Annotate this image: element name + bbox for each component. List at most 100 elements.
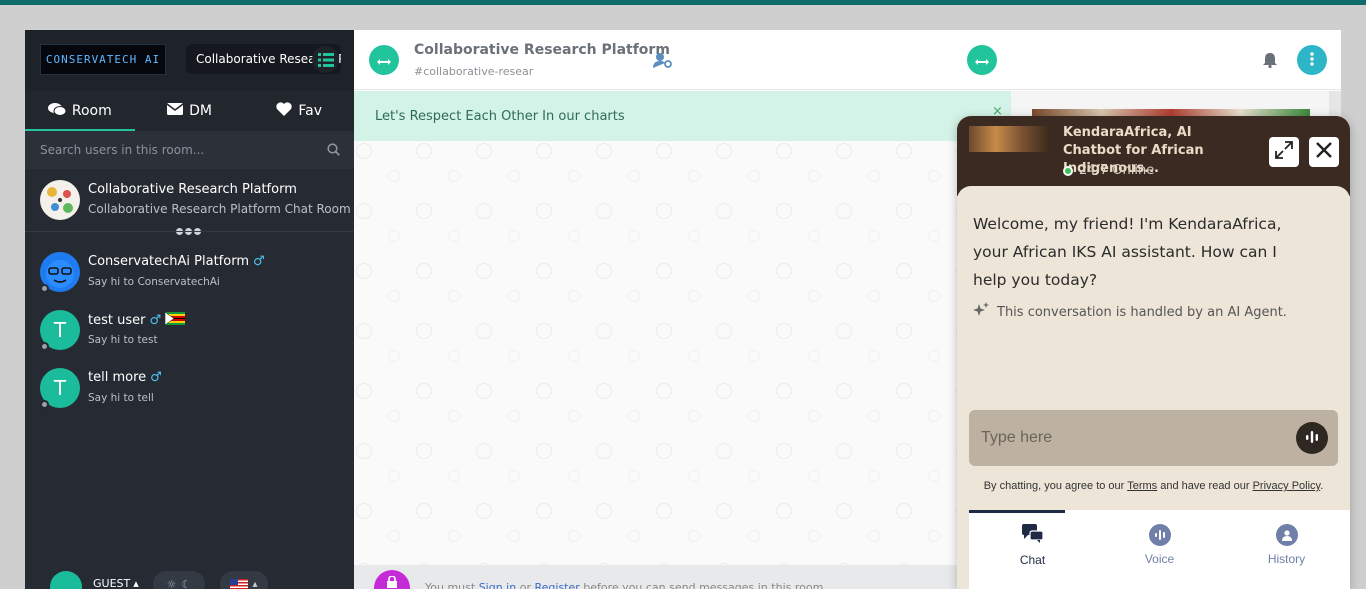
chatbot-status-text: 24/7 Online [1079,163,1155,178]
voice-input-button[interactable] [1296,422,1328,454]
close-icon [1316,142,1332,162]
arrows-horizontal-icon [975,51,989,70]
chatbot-status: 24/7 Online [1063,163,1154,178]
tab-room-label: Room [71,103,112,119]
room-avatar [40,180,80,220]
brand-bar: CONSERVATECH AI Collaborative Research P… [25,30,354,91]
nav-chat[interactable]: Chat [969,510,1096,589]
terms-notice: By chatting, you agree to our Terms and … [957,480,1350,492]
toggle-panel-button[interactable] [967,45,997,75]
search-icon[interactable] [327,143,340,159]
user-role-menu[interactable]: GUEST ▴ [93,577,139,589]
vertical-dots-icon [1310,51,1314,70]
search-placeholder: Search users in this room... [40,143,205,157]
us-flag-icon [230,578,249,589]
register-link[interactable]: Register [534,581,579,589]
chat-bubbles-icon [47,102,67,121]
user-status: Say hi to test [88,334,158,346]
privacy-policy-link[interactable]: Privacy Policy [1253,480,1321,492]
notice-text: Let's Respect Each Other In our charts [375,109,625,124]
lock-icon [374,570,410,589]
terms-text-3: . [1320,480,1324,492]
presence-dot [40,400,49,409]
male-icon: ♂ [253,254,265,269]
divider [25,231,354,232]
tab-room[interactable]: Room [25,91,135,131]
tab-dm-label: DM [189,103,212,119]
theme-toggle[interactable]: ☼ ☾ [153,571,205,589]
online-dot [1063,165,1073,176]
user-name: ConservatechAi Platform ♂ [88,254,265,269]
list-icon[interactable] [312,46,339,73]
user-name-text: ConservatechAi Platform [88,254,249,269]
logo[interactable]: CONSERVATECH AI [40,44,166,75]
nav-voice[interactable]: Voice [1096,510,1223,589]
presence-dot [40,284,49,293]
user-status: Say hi to ConservatechAi [88,276,220,288]
heart-icon [276,102,293,120]
toggle-sidebar-button[interactable] [369,45,399,75]
user-name: tell more ♂ [88,370,162,385]
nav-history[interactable]: History [1223,510,1350,589]
chatbot-thumbnail [969,126,1049,152]
sidebar: CONSERVATECH AI Collaborative Research P… [25,30,354,589]
male-icon: ♂ [149,313,162,328]
tab-fav-label: Fav [298,103,322,119]
user-list-item[interactable]: T tell more ♂ Say hi to tell [25,368,354,426]
user-avatar[interactable] [50,571,82,589]
room-notice-banner: Let's Respect Each Other In our charts [354,91,1011,141]
sign-in-link[interactable]: Sign in [479,581,517,589]
caret-up-icon: ▴ [252,578,258,589]
caret-up-icon: ▴ [133,577,139,589]
user-name-text: test user [88,313,146,328]
chat-messages-area [354,141,1011,565]
zimbabwe-flag-icon [164,311,186,329]
login-text-1: You must [425,581,476,589]
presence-dot [40,342,49,351]
user-list-item[interactable]: T test user ♂ Say hi to test [25,310,354,368]
expand-button[interactable] [1269,137,1299,167]
user-name-text: tell more [88,370,147,385]
tab-fav[interactable]: Fav [244,91,354,131]
room-header: Collaborative Research Platform #collabo… [354,30,1341,90]
expand-icon [1275,141,1293,163]
message-input-bar: You must Sign in or Register before you … [354,565,1011,589]
chatbot-nav: Chat Voice History [969,510,1350,589]
moon-icon: ☾ [181,577,192,589]
terms-text-2: and have read our [1160,480,1250,492]
user-status: Say hi to tell [88,392,154,404]
chatbot-message-input[interactable] [981,424,1281,452]
bell-icon[interactable] [1263,52,1277,72]
sidebar-tabs: Room DM Fav [25,91,354,131]
login-required-message: You must Sign in or Register before you … [425,581,823,589]
arrows-horizontal-icon [377,51,391,70]
language-select[interactable]: ▴ [220,571,268,589]
top-accent-strip [0,0,1366,5]
chatbot-header: KendaraAfrica, AI Chatbot for African In… [957,116,1350,196]
user-bottom-bar: GUEST ▴ ☼ ☾ ▴ [25,558,354,589]
login-text-2: before you can send messages in this roo… [583,581,824,589]
sun-icon: ☼ [166,577,177,589]
terms-link[interactable]: Terms [1127,480,1157,492]
tab-dm[interactable]: DM [135,91,245,131]
ai-agent-note-text: This conversation is handled by an AI Ag… [997,304,1287,320]
envelope-icon [166,103,184,119]
avatar-initial: T [53,376,67,400]
user-settings-icon[interactable] [653,52,673,72]
nav-voice-label: Voice [1144,552,1175,566]
user-list-item[interactable]: ConservatechAi Platform ♂ Say hi to Cons… [25,252,354,310]
close-chatbot-button[interactable] [1309,137,1339,167]
voice-icon [1148,524,1171,546]
welcome-message: Welcome, my friend! I'm KendaraAfrica, y… [973,215,1282,289]
chatbot-widget: KendaraAfrica, AI Chatbot for African In… [957,116,1350,589]
room-slug: #collaborative-resear [414,65,534,78]
terms-text-1: By chatting, you agree to our [983,480,1125,492]
more-options-button[interactable] [1297,45,1327,75]
chatbot-input-box [969,410,1338,466]
user-search-input[interactable]: Search users in this room... [25,131,354,169]
chat-icon [1021,524,1044,547]
audio-bars-icon [1305,429,1319,448]
history-icon [1275,524,1298,546]
room-title: Collaborative Research Platform [414,42,670,58]
user-role-label: GUEST [93,577,131,589]
